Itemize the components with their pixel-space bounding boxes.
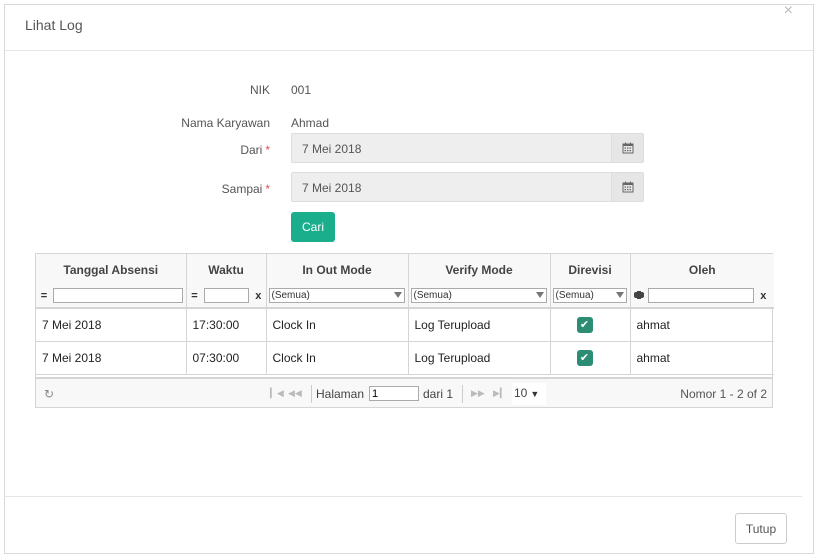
filter-in-out-mode: (Semua) (266, 284, 409, 309)
nik-value: 001 (291, 83, 312, 97)
nik-label: NIK (249, 83, 270, 97)
column-header-verify-mode[interactable]: Verify Mode (408, 254, 551, 284)
dari-label: Dari * (240, 143, 270, 157)
page-total-label: dari 1 (423, 387, 454, 401)
nama-label: Nama Karyawan (181, 116, 270, 130)
filter-verify-mode: (Semua) (408, 284, 551, 309)
filter-verify-mode-select[interactable]: (Semua) (410, 288, 547, 304)
dari-date-value: 7 Mei 2018 (302, 142, 362, 156)
sampai-row: Sampai * 7 Mei 2018 (0, 172, 819, 202)
clear-filter-icon[interactable]: x (255, 290, 261, 302)
header-row: Tanggal Absensi Waktu In Out Mode Verify… (36, 254, 774, 284)
chevron-down-icon (393, 292, 402, 299)
filter-in-out-mode-select[interactable]: (Semua) (268, 288, 405, 304)
filter-waktu: = x (186, 284, 267, 309)
pager-separator (462, 385, 463, 403)
cell-direvisi: ✔ (550, 341, 631, 375)
last-page-icon[interactable]: ▶▎ (493, 388, 507, 399)
caret-down-icon: ▼ (530, 389, 540, 399)
prev-page-icon[interactable]: ◀◀ (288, 388, 302, 399)
column-header-waktu[interactable]: Waktu (186, 254, 267, 284)
filter-select-value: (Semua) (271, 290, 310, 302)
filter-tanggal: = (36, 284, 187, 309)
next-page-icon[interactable]: ▶▶ (471, 388, 485, 399)
cell-verify-mode: Log Terupload (408, 341, 551, 375)
filter-waktu-input[interactable] (203, 288, 249, 304)
chevron-down-icon (615, 292, 624, 299)
calendar-icon[interactable] (611, 134, 643, 162)
filter-oleh: x (630, 284, 774, 309)
cell-verify-mode: Log Terupload (408, 308, 551, 342)
page-label: Halaman (316, 387, 365, 401)
cell-tanggal: 7 Mei 2018 (36, 308, 187, 342)
filter-tanggal-input[interactable] (53, 288, 184, 304)
column-header-tanggal[interactable]: Tanggal Absensi (36, 254, 187, 284)
sampai-date-input[interactable]: 7 Mei 2018 (291, 172, 644, 202)
footer-divider (4, 496, 802, 497)
tutup-button[interactable]: Tutup (735, 513, 787, 544)
cell-in-out-mode: Clock In (266, 308, 409, 342)
dialog-title: Lihat Log (25, 17, 83, 33)
equals-operator-icon[interactable]: = (38, 290, 50, 302)
cell-oleh: ahmat (630, 308, 774, 342)
sampai-date-value: 7 Mei 2018 (302, 181, 362, 195)
filter-direvisi-select[interactable]: (Semua) (552, 288, 627, 304)
cell-waktu: 17:30:00 (186, 308, 267, 342)
cell-in-out-mode: Clock In (266, 341, 409, 375)
nik-row: NIK 001 (0, 75, 819, 105)
filter-row: = = x (Semua) (Semua) (Semua) x (36, 284, 774, 309)
column-header-direvisi[interactable]: Direvisi (550, 254, 631, 284)
contains-operator-icon[interactable] (633, 290, 645, 302)
required-mark: * (265, 143, 270, 157)
cell-direvisi: ✔ (550, 308, 631, 342)
column-header-in-out-mode[interactable]: In Out Mode (266, 254, 409, 284)
log-grid: Tanggal Absensi Waktu In Out Mode Verify… (35, 253, 774, 408)
cari-button[interactable]: Cari (291, 212, 335, 242)
dialog-header: Lihat Log × (5, 3, 813, 51)
dari-row: Dari * 7 Mei 2018 (0, 133, 819, 163)
sampai-label: Sampai * (222, 182, 270, 196)
refresh-icon[interactable]: ↻ (44, 387, 54, 401)
close-icon[interactable]: × (784, 3, 793, 19)
record-info: Nomor 1 - 2 of 2 (680, 387, 767, 401)
filter-direvisi: (Semua) (550, 284, 631, 309)
dari-date-input[interactable]: 7 Mei 2018 (291, 133, 644, 163)
clear-filter-icon[interactable]: x (760, 290, 766, 302)
filter-select-value: (Semua) (555, 290, 594, 302)
cell-tanggal: 7 Mei 2018 (36, 341, 187, 375)
rows-per-page-select[interactable]: 10 ▼ (512, 383, 546, 405)
cell-oleh: ahmat (630, 341, 774, 375)
table-row[interactable]: 7 Mei 2018 07:30:00 Clock In Log Teruplo… (36, 341, 774, 375)
check-icon: ✔ (576, 316, 593, 333)
required-mark: * (265, 182, 270, 196)
filter-oleh-input[interactable] (647, 288, 754, 304)
table-row[interactable]: 7 Mei 2018 17:30:00 Clock In Log Teruplo… (36, 308, 774, 342)
grid-pager: ↻ ▎◀ ◀◀ Halaman dari 1 ▶▶ ▶▎ 10▼ Nomor 1… (36, 377, 772, 407)
page-number-input[interactable] (369, 386, 419, 401)
pager-separator (311, 385, 312, 403)
chevron-down-icon (535, 292, 544, 299)
dari-label-text: Dari (240, 143, 263, 157)
log-table: Tanggal Absensi Waktu In Out Mode Verify… (36, 254, 774, 375)
first-page-icon[interactable]: ▎◀ (270, 388, 284, 399)
calendar-icon[interactable] (611, 173, 643, 201)
sampai-label-text: Sampai (221, 182, 263, 196)
cell-waktu: 07:30:00 (186, 341, 267, 375)
rows-per-page-value: 10 (514, 386, 528, 400)
filter-select-value: (Semua) (413, 290, 452, 302)
column-header-oleh[interactable]: Oleh (630, 254, 774, 284)
check-icon: ✔ (576, 349, 593, 366)
nama-value: Ahmad (291, 116, 330, 130)
equals-operator-icon[interactable]: = (189, 290, 201, 302)
